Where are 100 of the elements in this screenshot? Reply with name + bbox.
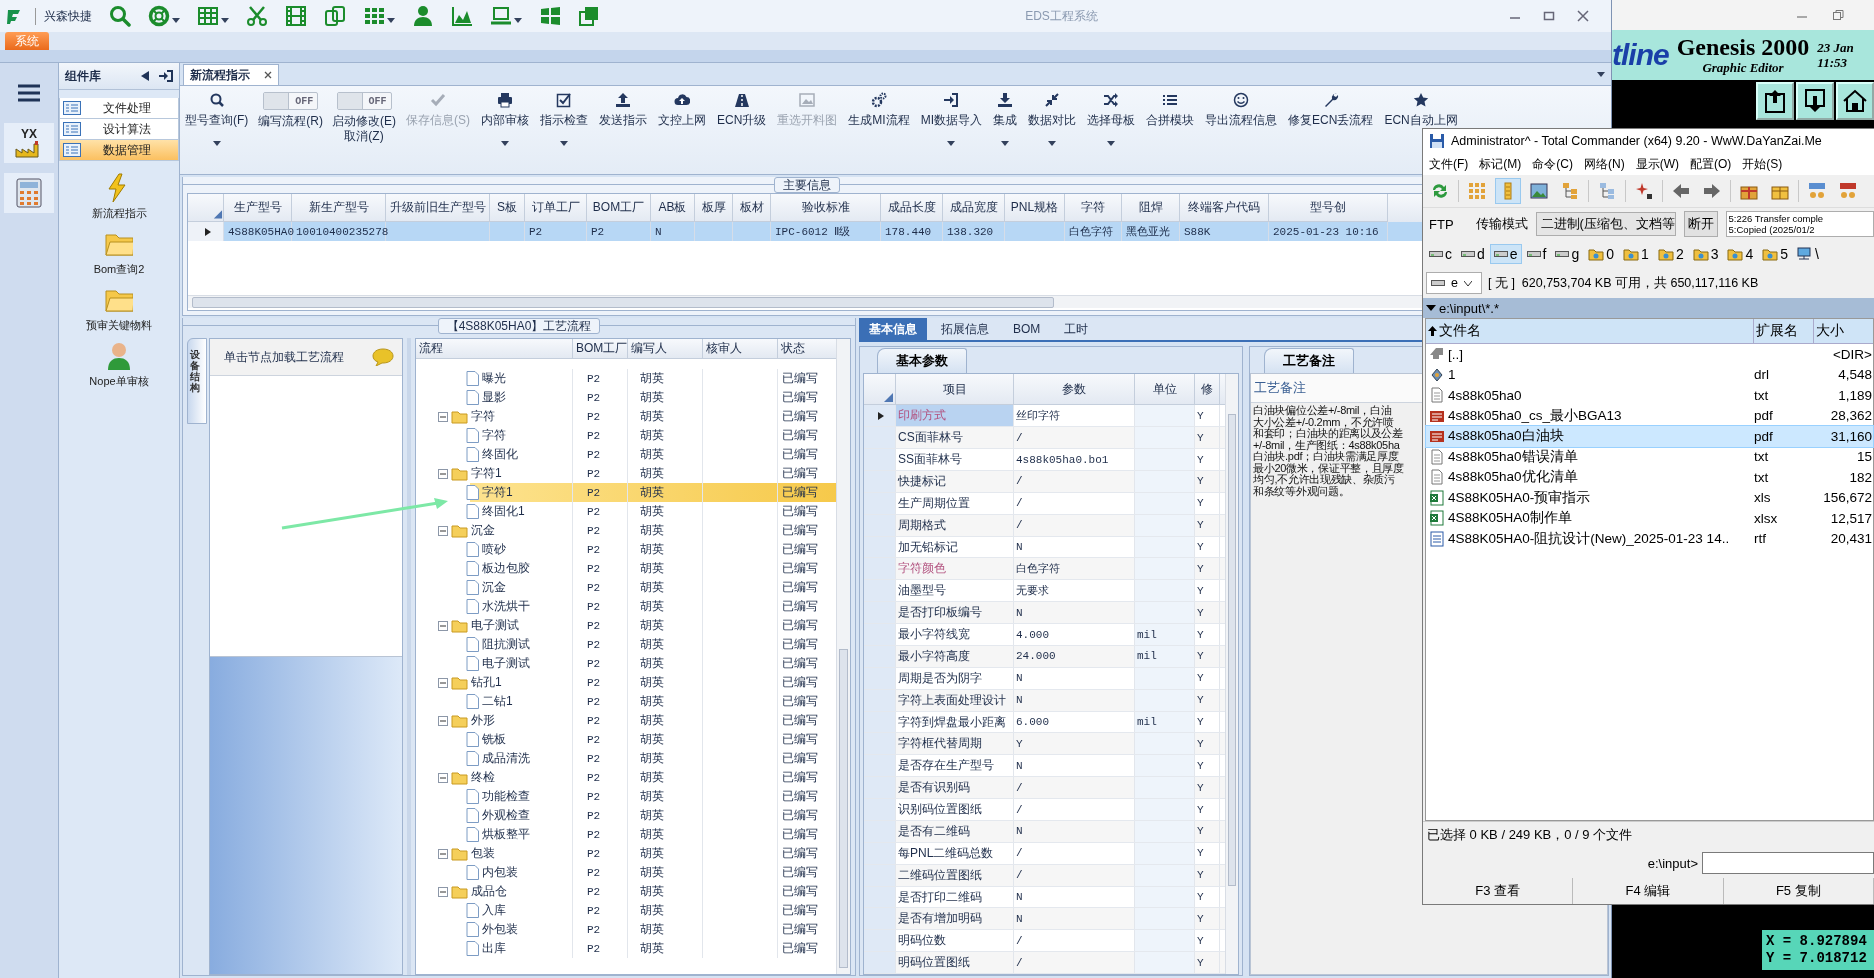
dropdown-caret-icon[interactable] xyxy=(1048,141,1057,146)
toolbar-button[interactable]: 发送指示 xyxy=(598,90,648,130)
collapse-icon[interactable] xyxy=(438,525,448,536)
table-row[interactable]: 印刷方式 丝印字符 Y xyxy=(864,405,1226,428)
copy-icon[interactable] xyxy=(324,5,346,27)
toolbar-button[interactable]: 数据对比 xyxy=(1027,90,1078,148)
toolbar-button[interactable]: 导出流程信息 xyxy=(1204,90,1279,130)
dropdown-caret-icon[interactable] xyxy=(1426,305,1436,311)
toolbar-button[interactable]: ECN自动上网 xyxy=(1383,90,1459,130)
menu-item[interactable]: 开始(S) xyxy=(1742,155,1783,173)
drive-button[interactable]: 4 xyxy=(1723,244,1758,264)
library-section[interactable]: 数据管理 xyxy=(59,140,179,161)
toolbar-button[interactable]: 内部审核 xyxy=(480,90,530,148)
table-row[interactable]: 每PNL二维码总数 / Y xyxy=(864,842,1226,865)
side-tab[interactable]: 设备结构 xyxy=(187,338,207,424)
drive-button[interactable]: e xyxy=(1489,244,1522,264)
maximize-icon[interactable] xyxy=(1543,10,1555,22)
file-row[interactable]: 4S88K05HA0-预审指示 xls 156,672 xyxy=(1426,487,1873,508)
file-row[interactable]: 4s88k05ha0_cs_最小BGA13 pdf 28,362 xyxy=(1426,405,1873,426)
transfer-mode-dropdown[interactable]: 二进制(压缩包、文档等 xyxy=(1535,212,1676,236)
menu-item[interactable]: 标记(M) xyxy=(1479,155,1522,173)
disconnect-button[interactable]: 断开 xyxy=(1683,211,1718,237)
toolbar-button[interactable]: MI数据导入 xyxy=(919,90,984,148)
toolbar-button[interactable]: 文控上网 xyxy=(657,90,707,130)
table-row[interactable]: 识别码位置图纸 / Y xyxy=(864,799,1226,821)
table-row[interactable]: 二维码位置图纸 / Y xyxy=(864,864,1226,887)
scissors-icon[interactable] xyxy=(246,5,268,27)
menu-item[interactable]: 文件(F) xyxy=(1429,155,1469,173)
table-row[interactable]: 是否有二维码 N Y xyxy=(864,821,1226,843)
menu-item[interactable]: 显示(W) xyxy=(1635,155,1679,173)
tool-item[interactable]: 新流程指示 xyxy=(91,173,147,221)
window-panes-icon[interactable] xyxy=(539,5,561,27)
lifebuoy-icon[interactable] xyxy=(148,5,170,27)
collapse-icon[interactable] xyxy=(438,772,448,783)
dropdown-caret-icon[interactable] xyxy=(1001,141,1010,146)
drive-button[interactable]: \ xyxy=(1793,244,1823,264)
table-row[interactable]: 明码位置图纸 / Y xyxy=(864,952,1226,974)
table-row[interactable]: 周期是否为阴字 N Y xyxy=(864,667,1226,690)
tab[interactable]: 基本信息 xyxy=(859,318,927,340)
tab[interactable]: BOM xyxy=(1003,318,1051,340)
restore-icon[interactable] xyxy=(1832,9,1844,21)
tab[interactable]: 拓展信息 xyxy=(931,318,999,340)
toolbar-button[interactable]: 合拼模块 xyxy=(1145,90,1196,130)
drive-button[interactable]: d xyxy=(1457,244,1489,264)
drive-button[interactable]: 5 xyxy=(1758,244,1793,264)
drive-button[interactable]: 3 xyxy=(1688,244,1723,264)
collapse-left-icon[interactable] xyxy=(141,71,149,81)
drive-button[interactable]: 0 xyxy=(1584,244,1619,264)
vertical-scrollbar[interactable] xyxy=(1225,374,1238,974)
table-row[interactable]: 字符框代替周期 Y Y xyxy=(864,733,1226,756)
file-row[interactable]: 4s88k05ha0优化清单 txt 182 xyxy=(1426,467,1873,488)
table-row[interactable]: 快捷标记 / Y xyxy=(864,471,1226,493)
toolbar-button[interactable]: 修复ECN丢流程 xyxy=(1287,90,1375,130)
close-icon[interactable] xyxy=(264,71,272,79)
collapse-icon[interactable] xyxy=(438,620,448,631)
file-row[interactable]: 4S88K05HA0制作单 xlsx 12,517 xyxy=(1426,508,1873,529)
table-row[interactable]: 生产周期位置 / Y xyxy=(864,492,1226,515)
table-row[interactable]: CS面菲林号 / Y xyxy=(864,427,1226,450)
toolbar-button[interactable]: ECN升级 xyxy=(716,90,768,130)
toolbar-button[interactable]: 型号查询(F) xyxy=(184,90,250,148)
library-section[interactable]: 文件处理 xyxy=(59,98,179,119)
command-field[interactable] xyxy=(1702,852,1874,874)
drive-button[interactable]: c xyxy=(1425,244,1456,264)
close-icon[interactable] xyxy=(1577,10,1589,22)
table-row[interactable]: 4S88K05HA0 10010400235278 P2 P2 N IPC-6012 Ⅱ级 178.440 138.320 白色字符 黑色亚光 S88K 2025-01-23 10:16 xyxy=(188,222,1425,241)
file-row[interactable]: 4S88K05HA0-阻抗设计(New)_2025-01-23 14.. rtf 20,431 xyxy=(1426,528,1873,549)
dropdown-caret-icon[interactable] xyxy=(221,18,229,23)
dropdown-caret-icon[interactable] xyxy=(1107,141,1116,146)
toolbar-button[interactable]: 指示检查 xyxy=(539,90,589,148)
drive-button[interactable]: f xyxy=(1522,244,1551,264)
toolbar-button[interactable]: 集成 xyxy=(992,90,1019,148)
stack-icon[interactable] xyxy=(578,5,600,27)
table-row[interactable]: SS面菲林号 4s88k05ha0.bo1 Y xyxy=(864,449,1226,471)
tool-button[interactable] xyxy=(1756,82,1794,120)
menu-item[interactable]: 配置(O) xyxy=(1690,155,1732,173)
library-section[interactable]: 设计算法 xyxy=(59,119,179,140)
table-row[interactable]: 周期格式 / Y xyxy=(864,514,1226,537)
vertical-scrollbar[interactable] xyxy=(836,339,850,974)
menu-item[interactable]: 命令(C) xyxy=(1532,155,1573,173)
drive-button[interactable]: 1 xyxy=(1619,244,1653,264)
table-row[interactable]: 最小字符高度 24.000 mil Y xyxy=(864,646,1226,668)
dropdown-caret-icon[interactable] xyxy=(1597,71,1605,77)
dropdown-caret-icon[interactable] xyxy=(172,18,180,23)
table-icon[interactable] xyxy=(197,5,219,27)
dropdown-caret-icon[interactable] xyxy=(514,18,522,23)
column-header[interactable]: 大小 xyxy=(1814,319,1874,343)
tool-item[interactable]: Nope单审核 xyxy=(89,341,149,389)
table-row[interactable]: 是否打印板编号 N Y xyxy=(864,602,1226,625)
dropdown-caret-icon[interactable] xyxy=(501,141,509,146)
tab[interactable]: 基本参数 xyxy=(877,348,967,373)
rail-button[interactable] xyxy=(4,173,54,213)
grid-icon[interactable] xyxy=(363,5,385,27)
dropdown-caret-icon[interactable] xyxy=(387,18,395,23)
tool-item[interactable]: 预审关键物料 xyxy=(86,285,152,333)
toggle-switch[interactable]: OFF xyxy=(263,92,319,110)
collapse-icon[interactable] xyxy=(438,411,448,422)
sign-in-icon[interactable] xyxy=(159,70,173,82)
dropdown-caret-icon[interactable] xyxy=(212,141,221,146)
collapse-icon[interactable] xyxy=(438,715,448,726)
collapse-icon[interactable] xyxy=(438,468,448,479)
